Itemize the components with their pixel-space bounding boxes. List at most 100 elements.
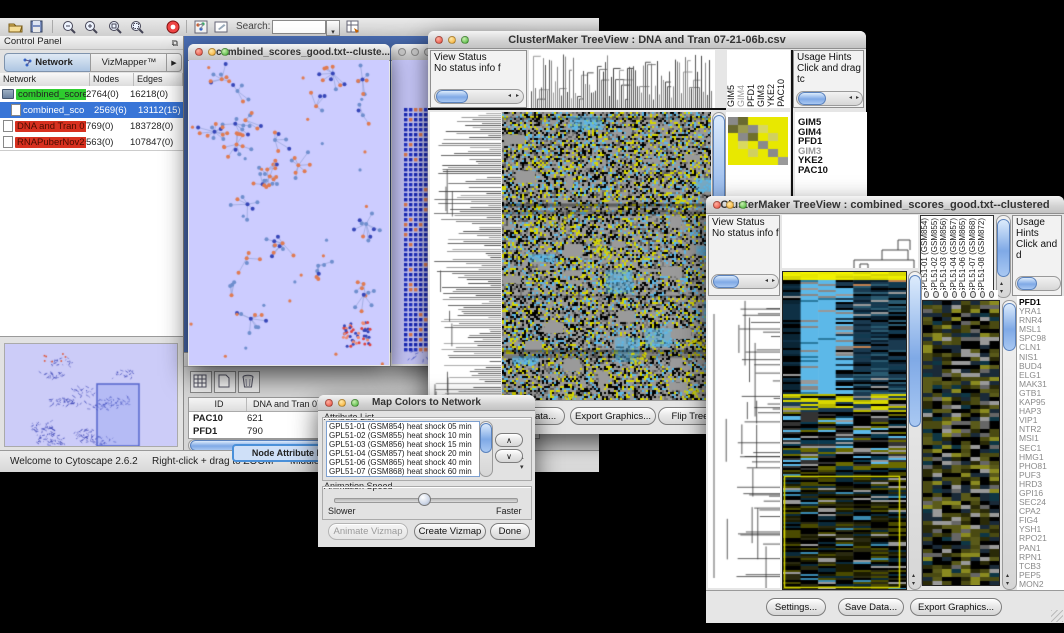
tv2-heatmap-vscrollbar[interactable]: ▴ ▾ bbox=[908, 271, 922, 590]
treeview2-window: ClusterMaker TreeView : combined_scores_… bbox=[706, 196, 1064, 622]
tv2-row-dendrogram[interactable] bbox=[708, 300, 780, 588]
attribute-list-item[interactable]: GPL51-04 (GSM857) heat shock 20 min bbox=[329, 449, 479, 458]
gene-label[interactable]: MON2 bbox=[1019, 580, 1064, 589]
tv2-save-data-button[interactable]: Save Data... bbox=[838, 598, 904, 616]
tv1-row-dendrogram[interactable] bbox=[430, 112, 501, 400]
treeview1-titlebar[interactable]: ClusterMaker TreeView : DNA and Tran 07-… bbox=[428, 31, 866, 49]
tv2-minimap-label-dots bbox=[922, 290, 998, 299]
network-row-selected[interactable]: combined_sco 2569(6) 13112(15) bbox=[0, 102, 183, 118]
tv2-col-label[interactable]: GPL51-08 (GSM872) bbox=[978, 218, 988, 294]
minimize-icon[interactable] bbox=[338, 399, 346, 407]
file-icon bbox=[3, 120, 13, 132]
select-attributes-button[interactable] bbox=[190, 371, 212, 393]
zoom-window-icon[interactable] bbox=[461, 36, 469, 44]
zoom-out-icon[interactable] bbox=[62, 20, 76, 34]
zoom-window-icon[interactable] bbox=[221, 48, 229, 56]
tv1-usage-hints-title: Usage Hints bbox=[794, 51, 863, 63]
network-tab-icon bbox=[23, 58, 32, 67]
save-session-icon[interactable] bbox=[30, 20, 43, 33]
dialog-titlebar[interactable]: Map Colors to Network bbox=[318, 395, 535, 411]
attribute-table-icon[interactable] bbox=[346, 20, 360, 34]
move-up-button[interactable]: ∧ bbox=[495, 433, 523, 447]
col-edges[interactable]: Edges bbox=[134, 73, 183, 86]
tv1-column-dendrogram[interactable] bbox=[529, 50, 715, 108]
network-row[interactable]: combined_scores_ 2764(0) 16218(0) bbox=[0, 86, 183, 102]
search-input[interactable] bbox=[272, 20, 326, 34]
treeview2-titlebar[interactable]: ClusterMaker TreeView : combined_scores_… bbox=[706, 196, 1064, 214]
annotation-icon[interactable] bbox=[214, 20, 228, 34]
list-scroll-down-icon[interactable]: ▾ bbox=[520, 463, 524, 471]
float-panel-icon[interactable]: ⧉ bbox=[172, 38, 178, 49]
delete-attribute-trash-icon[interactable] bbox=[238, 371, 260, 393]
attribute-list-item[interactable]: GPL51-03 (GSM856) heat shock 15 min bbox=[329, 440, 479, 449]
close-icon[interactable] bbox=[325, 399, 333, 407]
tab-overflow-button[interactable]: ▶ bbox=[166, 53, 182, 72]
tv1-export-graphics-button[interactable]: Export Graphics... bbox=[570, 407, 656, 425]
zoom-window-icon[interactable] bbox=[739, 201, 747, 209]
animate-vizmap-button[interactable]: Animate Vizmap bbox=[328, 523, 408, 540]
new-attribute-button[interactable] bbox=[214, 371, 236, 393]
close-icon[interactable] bbox=[713, 201, 721, 209]
treeview1-title: ClusterMaker TreeView : DNA and Tran 07-… bbox=[508, 34, 786, 46]
attr-col-id[interactable]: ID bbox=[189, 398, 247, 411]
speed-slider-thumb[interactable] bbox=[418, 493, 431, 506]
minimize-icon[interactable] bbox=[448, 36, 456, 44]
attribute-list-item[interactable]: GPL51-06 (GSM865) heat shock 40 min bbox=[329, 458, 479, 467]
help-lifering-icon[interactable] bbox=[166, 20, 180, 34]
resize-grip[interactable] bbox=[1051, 610, 1063, 622]
tv1-status-scrollbar[interactable]: ◂ ▸ bbox=[434, 89, 524, 104]
tv2-selection-heatmap[interactable] bbox=[922, 300, 1000, 586]
tv2-status-scrollbar[interactable]: ◂ ▸ bbox=[711, 274, 779, 289]
tv1-column-labels: GIM5GIM4PFD1GIM3YKE2PAC10 bbox=[727, 50, 790, 108]
folder-icon bbox=[2, 89, 14, 99]
tv1-hints-scrollbar[interactable]: ◂ ▸ bbox=[796, 91, 863, 106]
birdseye-canvas[interactable] bbox=[4, 343, 178, 447]
close-icon[interactable] bbox=[435, 36, 443, 44]
attribute-listbox[interactable]: GPL51-01 (GSM854) heat shock 05 minGPL51… bbox=[326, 421, 480, 477]
move-down-button[interactable]: ∨ bbox=[495, 449, 523, 463]
network-table-body: combined_scores_ 2764(0) 16218(0) combin… bbox=[0, 86, 183, 150]
tv1-row-label[interactable]: PAC10 bbox=[798, 166, 867, 176]
attribute-list-item[interactable]: GPL51-07 (GSM868) heat shock 60 min bbox=[329, 467, 479, 476]
col-network[interactable]: Network bbox=[0, 73, 90, 86]
network-row[interactable]: DNA and Tran 07 769(0) 183728(0) bbox=[0, 118, 183, 134]
toolbar-divider bbox=[52, 20, 53, 33]
attribute-list-vscrollbar[interactable] bbox=[479, 421, 493, 477]
tv1-correlation-matrix[interactable] bbox=[728, 117, 788, 165]
tv2-heatmap-canvas[interactable] bbox=[782, 271, 907, 590]
close-icon[interactable] bbox=[195, 48, 203, 56]
network1-titlebar[interactable]: combined_scores_good.txt--cluste... bbox=[188, 44, 390, 61]
tv2-usage-hints-panel: Usage Hints Click and d bbox=[1012, 215, 1062, 296]
minimize-icon[interactable] bbox=[411, 48, 419, 56]
open-session-icon[interactable] bbox=[8, 20, 23, 33]
col-nodes[interactable]: Nodes bbox=[90, 73, 134, 86]
tv1-heatmap-canvas[interactable] bbox=[502, 112, 711, 400]
minimize-icon[interactable] bbox=[208, 48, 216, 56]
tv2-export-graphics-button[interactable]: Export Graphics... bbox=[910, 598, 1002, 616]
tab-vizmapper[interactable]: VizMapper™ bbox=[90, 53, 168, 72]
network-row[interactable]: RNAPuberNov2+ 563(0) 107847(0) bbox=[0, 134, 183, 150]
tv2-genelist-vscrollbar[interactable]: ▴ ▾ bbox=[1002, 300, 1017, 590]
attribute-list-item[interactable]: GPL51-01 (GSM854) heat shock 05 min bbox=[329, 422, 479, 431]
tv2-hints-scrollbar[interactable] bbox=[1015, 276, 1061, 291]
attribute-list-item[interactable]: GPL51-02 (GSM855) heat shock 10 min bbox=[329, 431, 479, 440]
zoom-fit-icon[interactable] bbox=[130, 20, 144, 34]
tv2-column-dendrogram[interactable] bbox=[782, 215, 918, 268]
zoom-in-icon[interactable] bbox=[84, 20, 98, 34]
zoom-selected-icon[interactable] bbox=[108, 20, 122, 34]
tv2-view-status-title: View Status bbox=[709, 216, 779, 228]
tab-network[interactable]: Network bbox=[4, 53, 92, 72]
network-panel-icon[interactable] bbox=[194, 20, 208, 34]
zoom-window-icon[interactable] bbox=[351, 399, 359, 407]
close-icon[interactable] bbox=[398, 48, 406, 56]
done-button[interactable]: Done bbox=[490, 523, 530, 540]
file-icon bbox=[3, 136, 13, 148]
tv2-settings-button[interactable]: Settings... bbox=[766, 598, 826, 616]
create-vizmap-button[interactable]: Create Vizmap bbox=[414, 523, 486, 540]
search-dropdown-button[interactable]: ▾ bbox=[326, 20, 340, 36]
tv1-col-label[interactable]: PAC10 bbox=[777, 79, 787, 107]
tv1-usage-hints-text: Click and drag tc bbox=[794, 63, 863, 85]
network1-canvas[interactable] bbox=[189, 60, 389, 365]
minimize-icon[interactable] bbox=[726, 201, 734, 209]
tv2-labels-vscrollbar[interactable]: ▴ ▾ bbox=[996, 215, 1011, 298]
